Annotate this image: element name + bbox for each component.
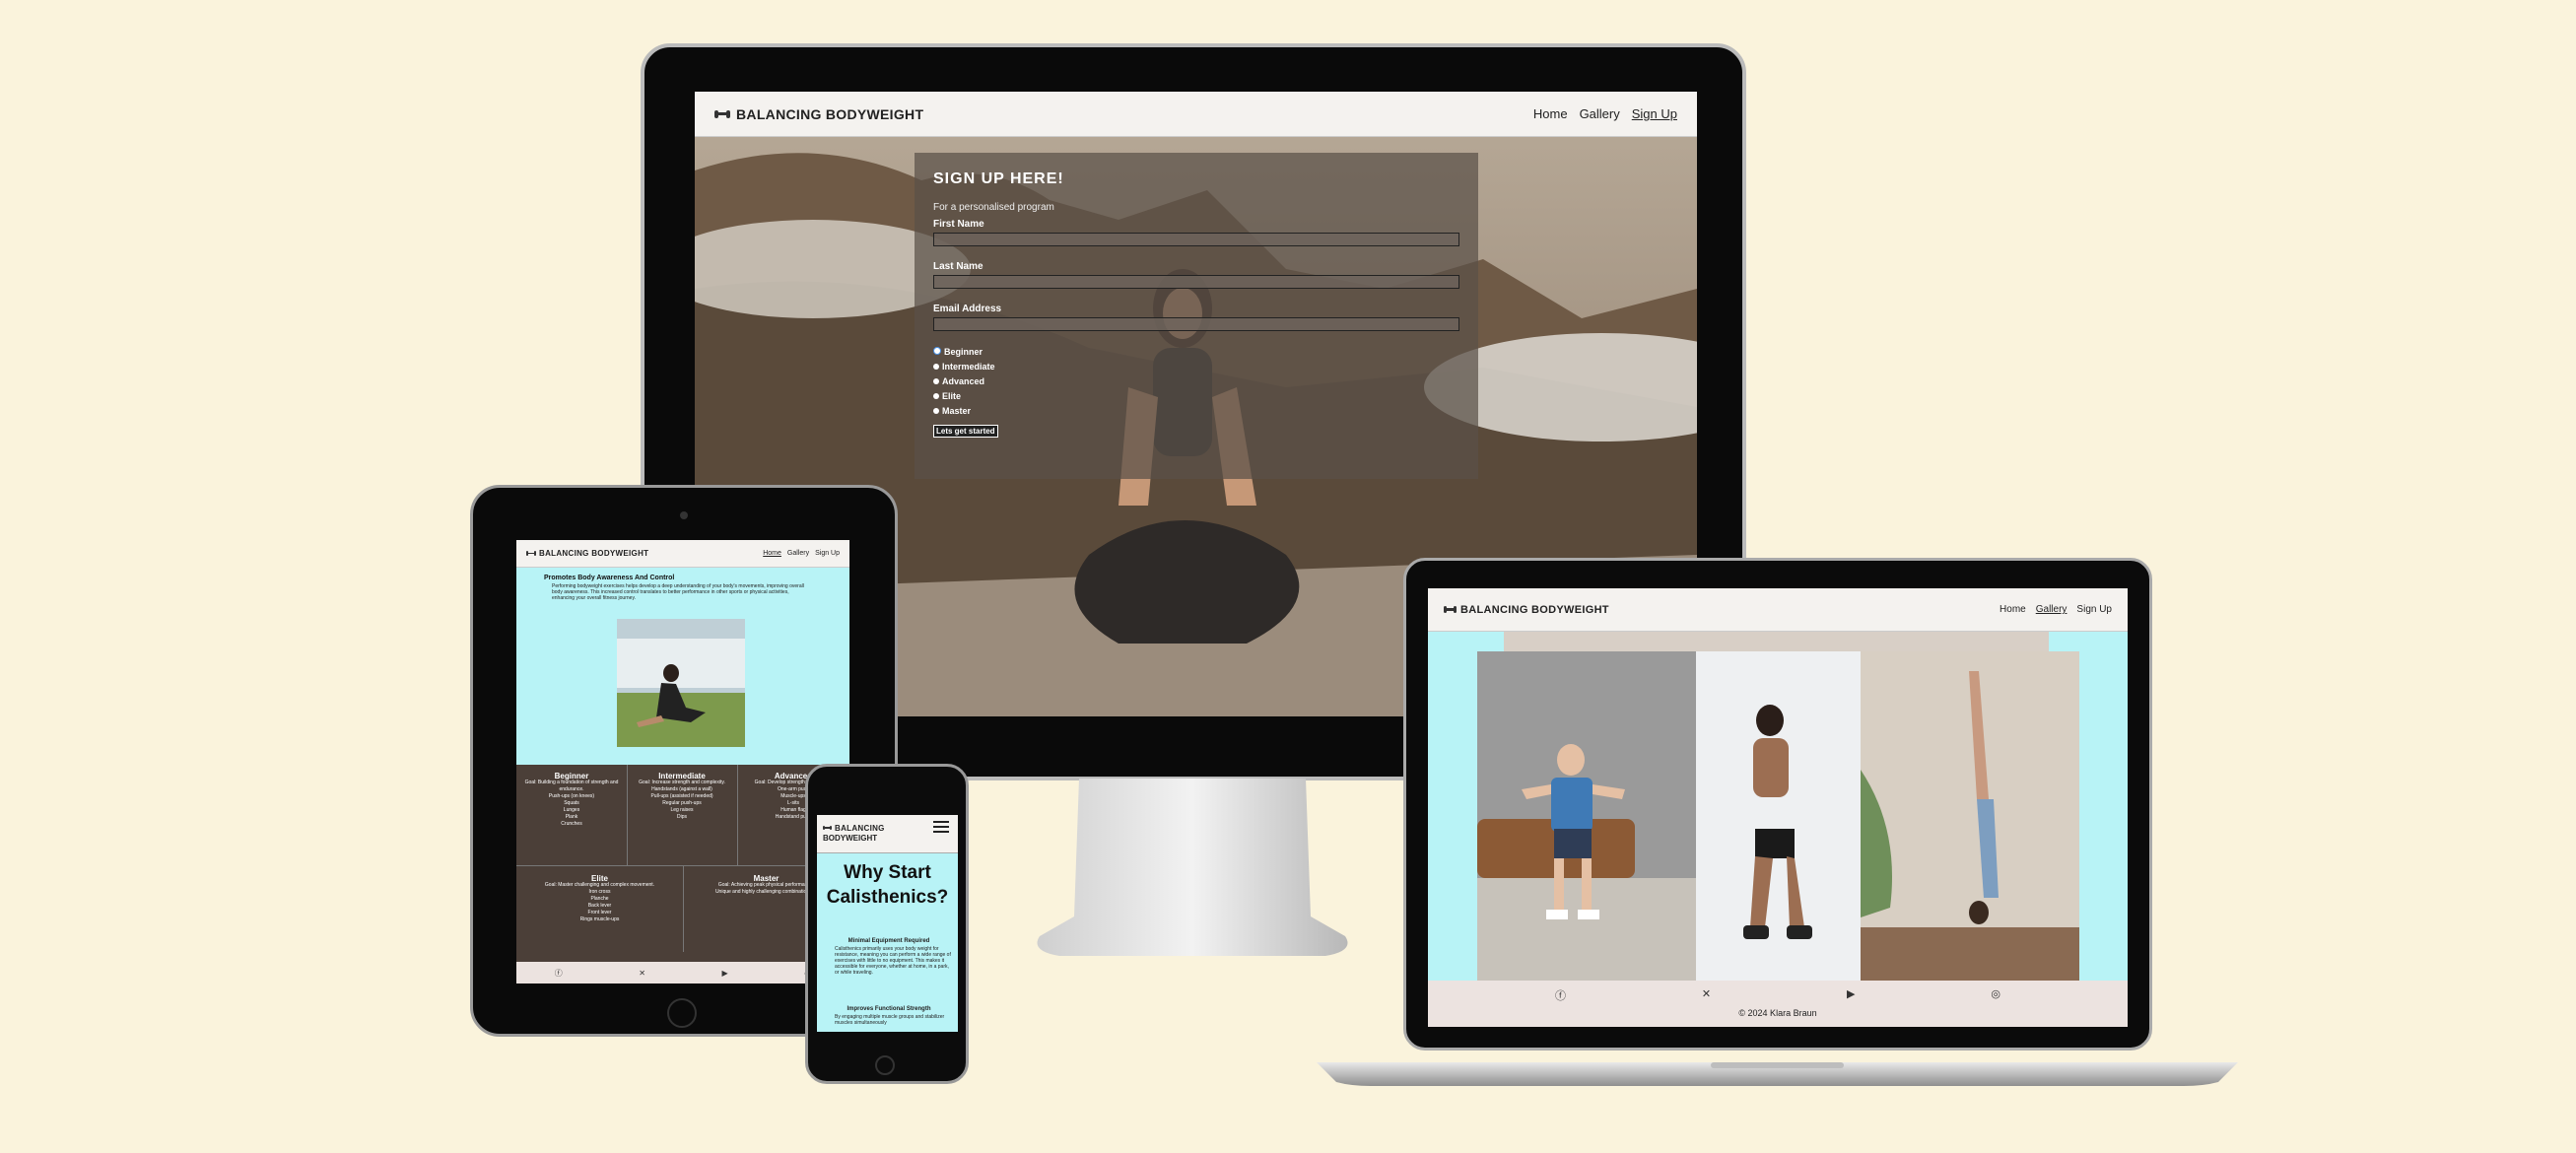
level-item: Leg raises	[670, 807, 694, 813]
laptop-nav-gallery[interactable]: Gallery	[2036, 604, 2068, 615]
phone-navbar: BALANCING BODYWEIGHT	[817, 815, 958, 853]
facebook-icon[interactable]: ⓕ	[555, 968, 563, 979]
level-item: Crunches	[561, 821, 582, 827]
facebook-icon[interactable]: ⓕ	[1555, 987, 1566, 1003]
phone-section1-heading: Minimal Equipment Required	[847, 938, 930, 944]
tablet-navbar: BALANCING BODYWEIGHT Home Gallery Sign U…	[516, 540, 849, 568]
radio-elite[interactable]: Elite	[933, 389, 1459, 404]
laptop-base	[1317, 1062, 2238, 1086]
laptop-brand-name: BALANCING BODYWEIGHT	[1460, 603, 1609, 616]
laptop-brand-logo[interactable]: BALANCING BODYWEIGHT	[1444, 604, 1609, 616]
level-card-elite: Elite Goal: Master challenging and compl…	[516, 865, 684, 952]
tablet-home-button[interactable]	[667, 998, 697, 1028]
tablet-footer: ⓕ ✕ ▶ ◎	[516, 962, 849, 983]
navbar: BALANCING BODYWEIGHT Home Gallery Sign U…	[695, 92, 1697, 137]
tablet-nav-signup[interactable]: Sign Up	[815, 550, 840, 557]
email-label: Email Address	[933, 304, 1002, 314]
level-item: Iron cross	[588, 889, 611, 895]
levels-grid: Beginner Goal: Building a foundation of …	[516, 765, 849, 962]
laptop-nav-signup[interactable]: Sign Up	[2076, 604, 2112, 615]
instagram-icon[interactable]: ◎	[1991, 987, 2000, 1003]
phone-brand-line1: BALANCING	[835, 824, 885, 833]
last-name-input[interactable]	[933, 275, 1459, 289]
level-goal: Goal: Master challenging and complex mov…	[544, 882, 655, 888]
phone-brand-logo[interactable]: BALANCING	[823, 823, 885, 834]
radio-intermediate[interactable]: Intermediate	[933, 360, 1459, 374]
signup-form: SIGN UP HERE! For a personalised program…	[915, 153, 1478, 479]
hamburger-menu-icon[interactable]	[933, 821, 949, 833]
level-radio-group: Beginner Intermediate Advanced Elite Mas…	[933, 345, 1459, 419]
level-item: Pull-ups (assisted if needed)	[650, 793, 713, 799]
tablet-screen: BALANCING BODYWEIGHT Home Gallery Sign U…	[516, 540, 849, 983]
phone-section2-body: By engaging multiple muscle groups and s…	[835, 1014, 945, 1026]
level-item: Plank	[565, 814, 578, 820]
level-goal: Goal: Building a foundation of strength …	[524, 780, 619, 792]
tablet-nav-gallery[interactable]: Gallery	[787, 550, 809, 557]
gallery-photo-senior-exercise[interactable]	[1477, 651, 1696, 981]
phone-page-title: Why Start Calisthenics?	[826, 862, 949, 908]
brand-name: BALANCING BODYWEIGHT	[736, 105, 924, 122]
level-item: Handstands (against a wall)	[651, 786, 712, 792]
tablet-camera	[680, 511, 688, 519]
nav-gallery[interactable]: Gallery	[1580, 106, 1620, 121]
youtube-icon[interactable]: ▶	[1847, 987, 1855, 1003]
level-item: Lunges	[563, 807, 580, 813]
level-title: Intermediate	[658, 772, 706, 780]
nav-signup[interactable]: Sign Up	[1632, 106, 1677, 121]
dumbbell-icon	[526, 551, 536, 557]
level-card-beginner: Beginner Goal: Building a foundation of …	[516, 765, 628, 866]
x-icon[interactable]: ✕	[639, 969, 645, 978]
tablet-brand-name: BALANCING BODYWEIGHT	[539, 549, 649, 558]
brand-logo[interactable]: BALANCING BODYWEIGHT	[714, 106, 923, 122]
phone-brand-line2: BODYWEIGHT	[823, 834, 878, 843]
level-title: Beginner	[554, 772, 589, 780]
nav-home[interactable]: Home	[1533, 106, 1568, 121]
phone-screen: BALANCING BODYWEIGHT Why Start Calisthen…	[817, 815, 958, 1032]
submit-button[interactable]: Lets get started	[933, 425, 998, 438]
laptop-footer: ⓕ ✕ ▶ ◎ © 2024 Klara Braun	[1428, 981, 2128, 1027]
tablet-section-heading: Promotes Body Awareness And Control	[544, 575, 675, 581]
monitor-stand	[1037, 779, 1348, 956]
laptop-nav-home[interactable]: Home	[2000, 604, 2026, 615]
dumbbell-icon	[823, 825, 832, 831]
tablet-stretch-photo	[617, 619, 745, 747]
tablet-section-body: Performing bodyweight exercises helps de…	[552, 583, 804, 601]
radio-beginner[interactable]: Beginner	[933, 345, 1459, 360]
level-item: Regular push-ups	[662, 800, 702, 806]
radio-master[interactable]: Master	[933, 404, 1459, 419]
form-title: SIGN UP HERE!	[933, 170, 1064, 187]
laptop-screen: BALANCING BODYWEIGHT Home Gallery Sign U…	[1428, 588, 2128, 1027]
level-item: Front lever	[587, 910, 612, 916]
dumbbell-icon	[1444, 606, 1457, 614]
phone-section2-heading: Improves Functional Strength	[847, 1006, 931, 1012]
gallery-top-strip	[1504, 632, 2049, 651]
level-item: Back lever	[587, 903, 612, 909]
x-icon[interactable]: ✕	[1702, 987, 1711, 1003]
email-input[interactable]	[933, 317, 1459, 331]
form-subtitle: For a personalised program	[933, 202, 1054, 213]
first-name-input[interactable]	[933, 233, 1459, 246]
level-item: Dips	[676, 814, 687, 820]
tablet-brand-logo[interactable]: BALANCING BODYWEIGHT	[526, 549, 648, 558]
copyright-text: © 2024 Klara Braun	[1738, 1008, 1817, 1018]
radio-advanced[interactable]: Advanced	[933, 374, 1459, 389]
phone-home-button[interactable]	[875, 1055, 895, 1075]
tablet-nav-home[interactable]: Home	[763, 550, 781, 557]
last-name-label: Last Name	[933, 261, 983, 272]
gallery-photo-man-squat[interactable]	[1696, 651, 1861, 981]
level-item: Rings muscle-ups	[579, 916, 620, 922]
level-item: Push-ups (on knees)	[548, 793, 595, 799]
youtube-icon[interactable]: ▶	[722, 969, 728, 978]
phone-section1-body: Calisthenics primarily uses your body we…	[835, 946, 951, 976]
gallery-photo-handstand[interactable]	[1861, 651, 2079, 981]
laptop-navbar: BALANCING BODYWEIGHT Home Gallery Sign U…	[1428, 588, 2128, 632]
level-item: Squats	[564, 800, 579, 806]
dumbbell-icon	[714, 109, 730, 119]
first-name-label: First Name	[933, 219, 984, 230]
level-item: Planche	[590, 896, 609, 902]
level-title: Elite	[591, 874, 608, 883]
level-goal: Goal: Increase strength and complexity.	[639, 780, 725, 785]
level-card-intermediate: Intermediate Goal: Increase strength and…	[627, 765, 738, 866]
